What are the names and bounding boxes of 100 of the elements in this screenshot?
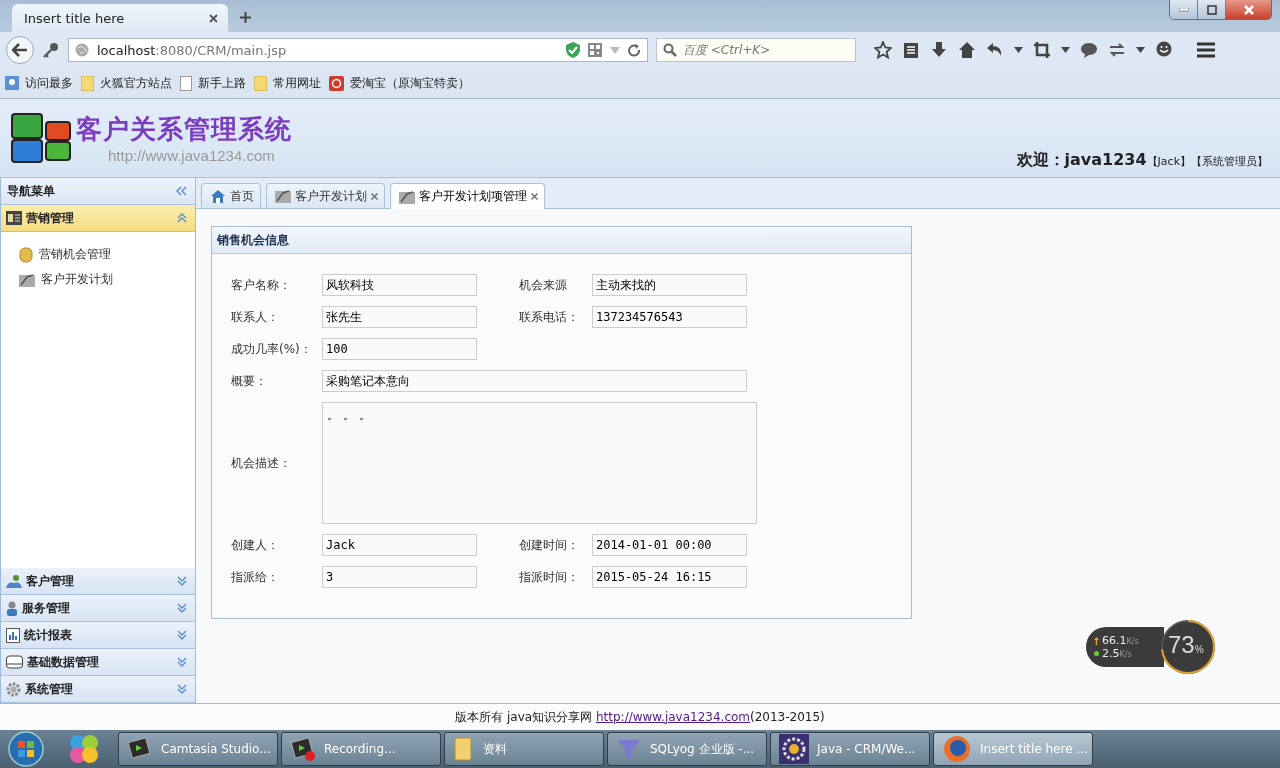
coins-icon	[19, 246, 33, 263]
chevron-icon[interactable]	[177, 657, 187, 667]
chevron-icon[interactable]	[177, 576, 187, 586]
page-tab[interactable]: 客户开发计划项管理	[390, 183, 545, 209]
menu-icon[interactable]	[1197, 42, 1215, 58]
close-icon	[1242, 4, 1255, 15]
clover-icon[interactable]	[67, 733, 101, 765]
sync-icon[interactable]	[1108, 41, 1126, 59]
folder-icon	[254, 75, 267, 91]
page-tab[interactable]: 客户开发计划	[266, 183, 385, 208]
field-label: 创建时间：	[519, 536, 580, 554]
input-field[interactable]: 主动来找的	[592, 274, 747, 296]
new-tab-icon[interactable]	[240, 12, 251, 23]
back-arrow-icon	[12, 43, 28, 57]
collapse-icon[interactable]	[176, 186, 187, 196]
globe-icon	[942, 734, 972, 764]
bookmark-item[interactable]: 常用网址	[254, 74, 321, 92]
menu-section-header[interactable]: 客户管理	[1, 568, 195, 595]
menu-item[interactable]: 营销机会管理	[1, 242, 195, 267]
input-field[interactable]: 风软科技	[322, 274, 477, 296]
home-icon[interactable]	[958, 41, 976, 59]
menu-section-header[interactable]: 系统管理	[1, 676, 195, 703]
film-icon	[290, 737, 316, 761]
folder-icon	[81, 75, 94, 91]
panel-title: 销售机会信息	[217, 231, 289, 249]
user-name: 【Jack】	[1146, 154, 1191, 169]
start-button[interactable]	[6, 731, 46, 767]
chevron-icon[interactable]	[177, 630, 187, 640]
address-bar[interactable]: localhost:8080/CRM/main.jsp	[68, 38, 648, 62]
star-icon[interactable]	[874, 41, 892, 59]
text-area[interactable]: 。 。 。	[322, 402, 757, 524]
input-field[interactable]: Jack	[322, 534, 477, 556]
people-icon	[6, 574, 22, 588]
upload-arrow-icon	[1094, 636, 1099, 645]
download-icon[interactable]	[930, 41, 948, 59]
field-label: 联系电话：	[519, 308, 580, 326]
restore-button[interactable]	[1198, 0, 1226, 19]
field-label: 指派时间：	[519, 568, 580, 586]
minimize-icon	[1178, 7, 1189, 12]
url-text: localhost:8080/CRM/main.jsp	[97, 42, 287, 58]
close-icon[interactable]	[371, 192, 378, 200]
menu-section-header[interactable]: 营销管理	[1, 205, 195, 232]
usage-percent: 73%	[1168, 631, 1204, 659]
crop-icon[interactable]	[1033, 41, 1051, 59]
field-label: 创建人：	[231, 536, 280, 554]
close-icon[interactable]	[531, 193, 538, 200]
back-button[interactable]	[6, 36, 34, 64]
search-field[interactable]: 百度 <Ctrl+K>	[656, 38, 856, 62]
field-label: 概要：	[231, 372, 268, 390]
input-field[interactable]: 张先生	[322, 306, 477, 328]
input-field[interactable]: 137234576543	[592, 306, 747, 328]
clipboard-icon[interactable]	[902, 41, 920, 59]
menu-section-header[interactable]: 服务管理	[1, 595, 195, 622]
chart-icon	[19, 272, 35, 287]
field-label: 指派给：	[231, 568, 280, 586]
key-icon[interactable]	[42, 41, 60, 59]
bookmark-item[interactable]: 火狐官方站点	[81, 74, 172, 92]
bookmark-item[interactable]: 访问最多	[5, 74, 73, 92]
shield-icon[interactable]	[566, 42, 580, 58]
welcome-text: 欢迎：java1234	[1016, 150, 1147, 171]
menu-section-header[interactable]: 统计报表	[1, 622, 195, 649]
dropdown-icon[interactable]	[1014, 47, 1023, 53]
browser-tab[interactable]: Insert title here	[12, 4, 228, 32]
input-field[interactable]: 100	[322, 338, 477, 360]
input-field[interactable]: 3	[322, 566, 477, 588]
reload-icon[interactable]	[628, 43, 641, 57]
chevron-icon[interactable]	[177, 213, 187, 223]
minimize-button[interactable]	[1170, 0, 1198, 19]
bookmark-item[interactable]: 新手上路	[180, 74, 246, 92]
dropdown-icon[interactable]	[1061, 47, 1070, 53]
footer-link[interactable]: http://www.java1234.com	[595, 709, 750, 724]
person-icon	[6, 600, 18, 616]
restore-icon	[1206, 4, 1217, 15]
menu-item[interactable]: 客户开发计划	[1, 267, 195, 292]
close-button[interactable]	[1226, 0, 1271, 19]
input-field[interactable]: 2014-01-01 00:00	[592, 534, 747, 556]
globe-icon	[75, 43, 89, 57]
home-icon	[210, 189, 226, 203]
chevron-icon[interactable]	[177, 684, 187, 694]
field-label: 成功几率(%)：	[231, 340, 313, 358]
page-tab[interactable]: 首页	[201, 183, 261, 208]
bookmark-item[interactable]: 爱淘宝（原淘宝特卖）	[329, 74, 470, 92]
chat-icon[interactable]	[1080, 41, 1098, 59]
qr-code-icon[interactable]	[588, 43, 602, 57]
bookmark-icon	[5, 76, 19, 90]
close-icon[interactable]	[209, 13, 218, 23]
field-label: 机会来源	[519, 276, 568, 294]
search-icon	[663, 43, 677, 57]
smiley-icon[interactable]	[1155, 41, 1173, 59]
field-label: 联系人：	[231, 308, 280, 326]
menu-section-header[interactable]: 基础数据管理	[1, 649, 195, 676]
logo-icon	[10, 112, 72, 164]
input-field[interactable]: 2015-05-24 16:15	[592, 566, 747, 588]
chevron-icon[interactable]	[177, 603, 187, 613]
dropdown-icon[interactable]	[1136, 47, 1145, 53]
input-field[interactable]: 采购笔记本意向	[322, 370, 747, 392]
upload-speed: 66.1K/s	[1102, 634, 1139, 647]
bar-chart-icon	[6, 627, 20, 643]
download-dot-icon	[1094, 651, 1099, 656]
copyright-text: 版本所有 java知识分享网 http://www.java1234.com(2013-2015)	[455, 708, 825, 726]
